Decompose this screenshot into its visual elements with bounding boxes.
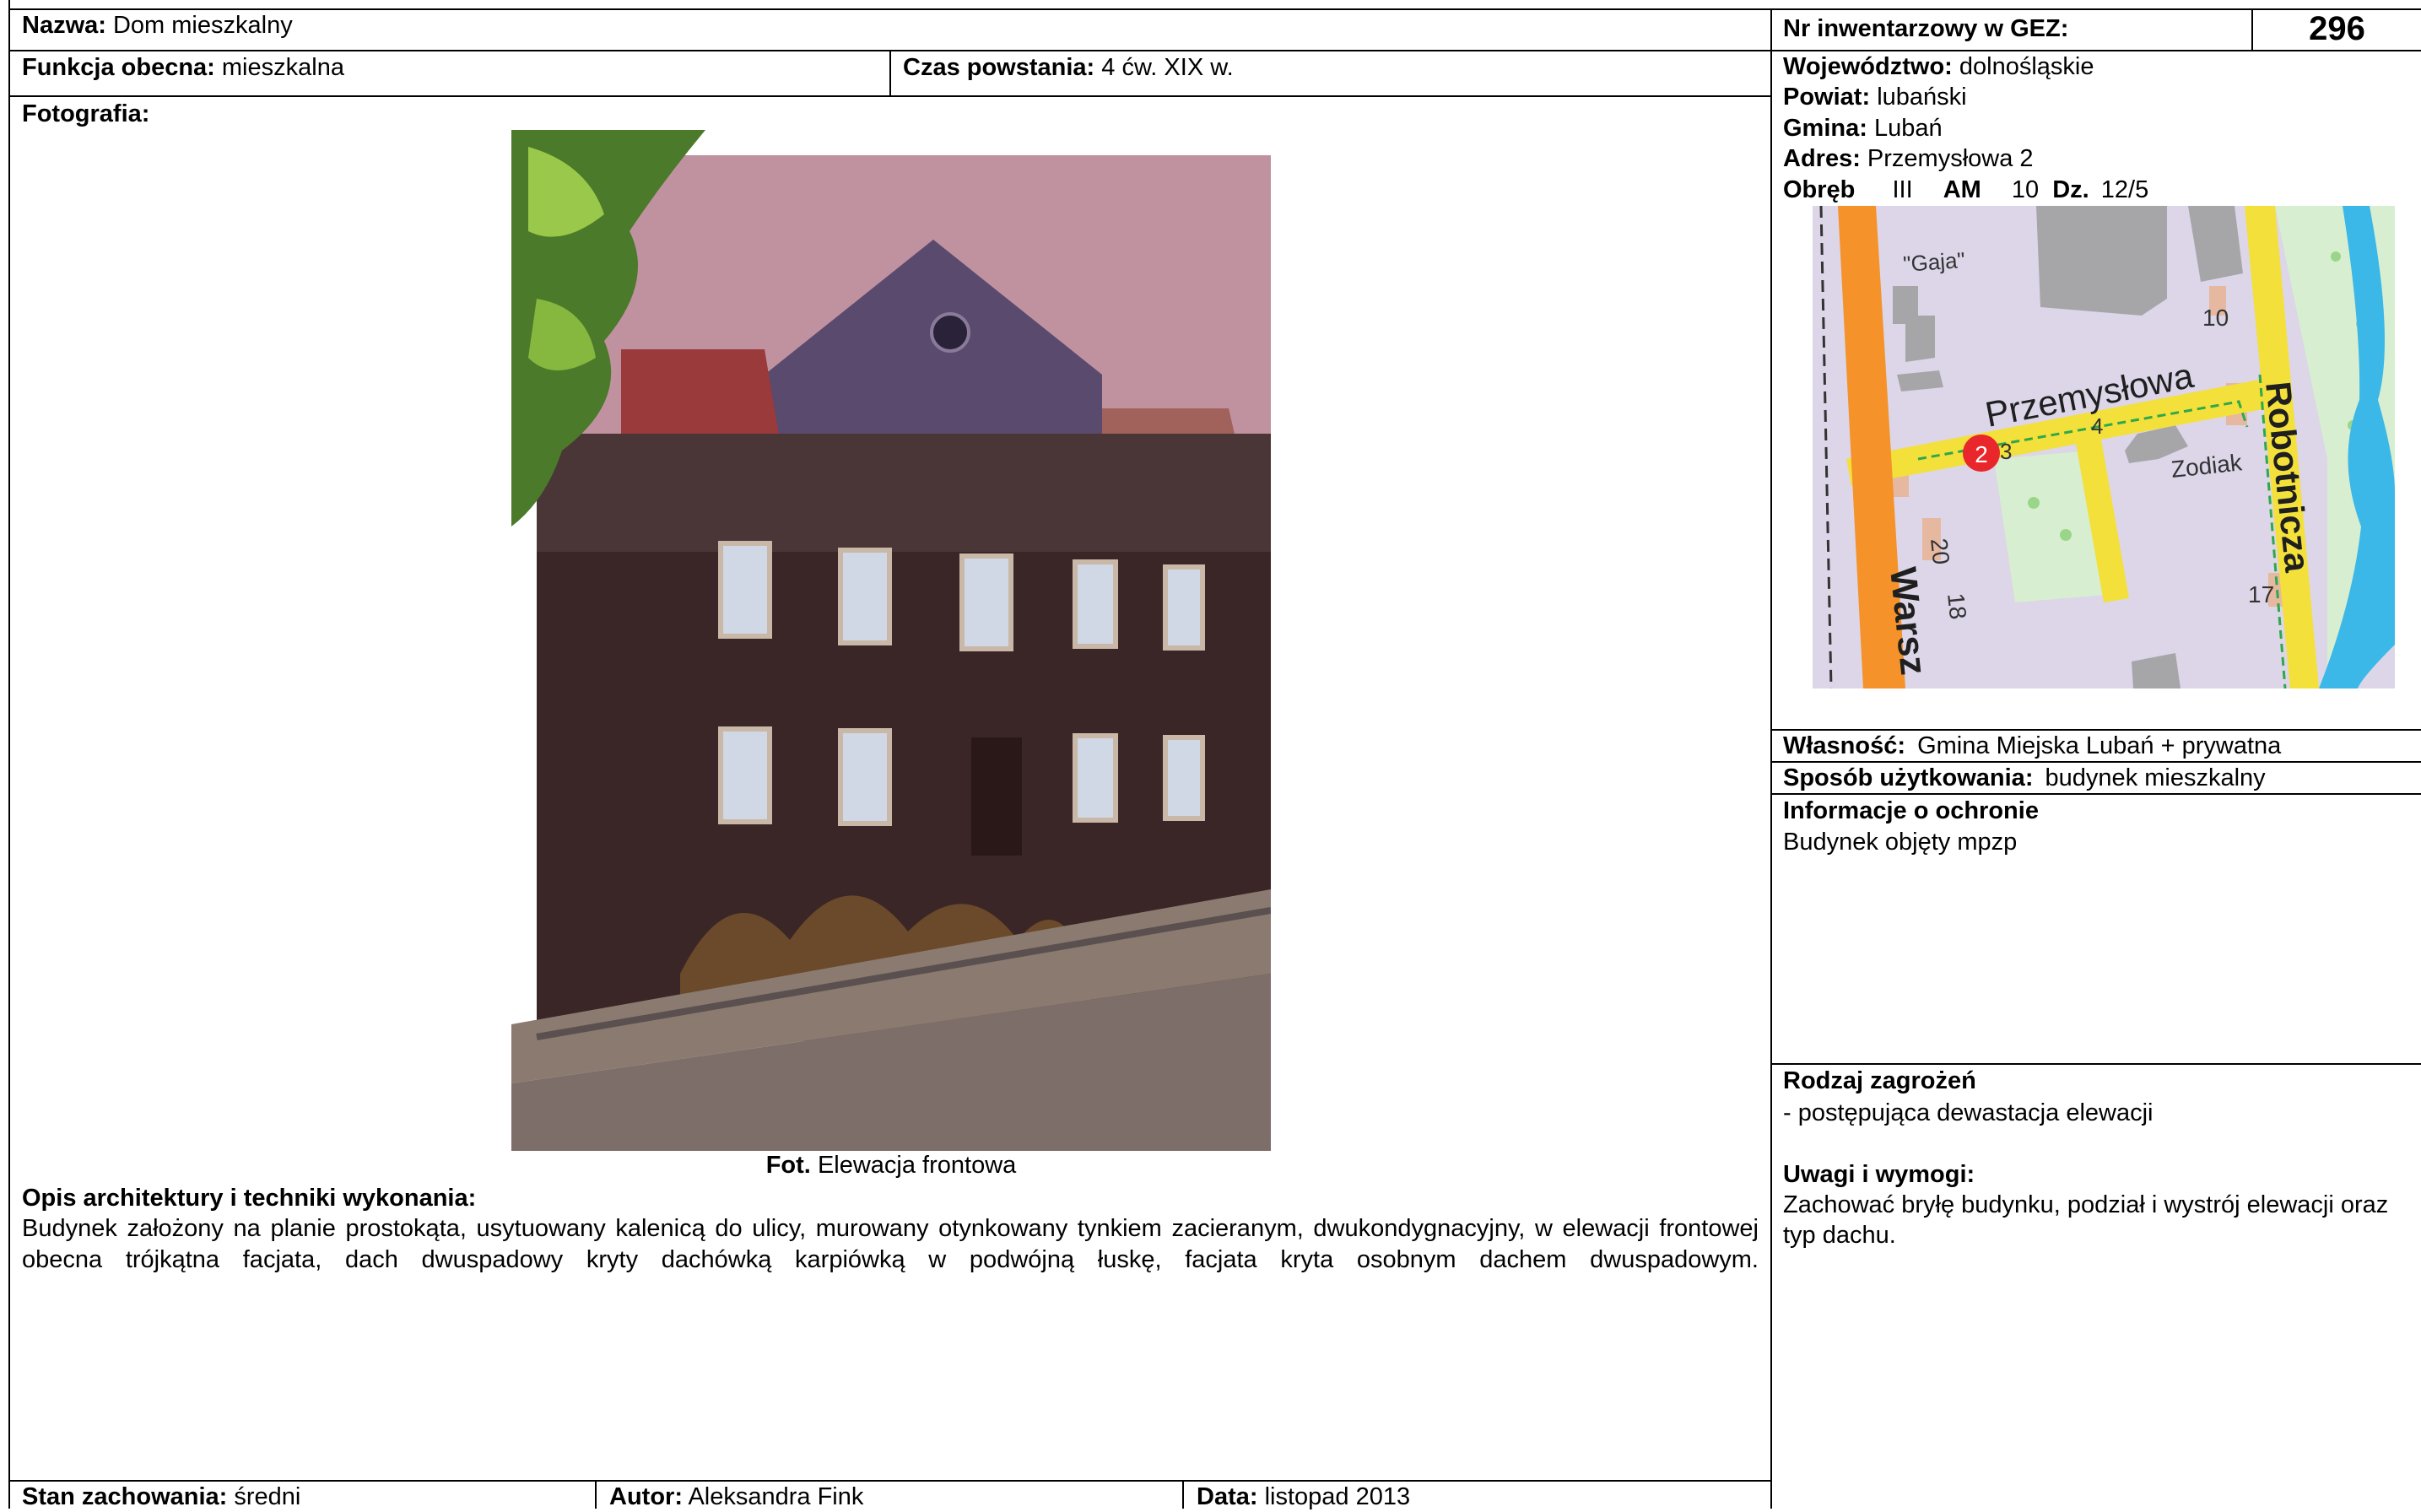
entrance-door [971, 737, 1022, 856]
gable-window [930, 312, 970, 353]
map-number-4: 4 [2091, 413, 2103, 439]
author-label: Autor: [609, 1483, 683, 1510]
protection-text: Budynek objęty mpzp [1783, 829, 2018, 856]
commune-value: Lubań [1873, 115, 1943, 142]
window [1163, 735, 1205, 821]
plot-value: 12/5 [2100, 176, 2149, 203]
map-number-10: 10 [2202, 305, 2229, 331]
period-label: Czas powstania: [903, 54, 1095, 81]
tree-dot [2331, 251, 2341, 262]
precinct-value: III [1892, 176, 1913, 203]
voivodeship-value: dolnośląskie [1959, 53, 2094, 80]
map-label-gaja: "Gaja" [1902, 247, 1965, 277]
window [838, 548, 892, 645]
name-value: Dom mieszkalny [112, 12, 293, 39]
map-number-18: 18 [1943, 591, 1971, 620]
ownership-label: Własność: [1783, 732, 1906, 759]
condition-label: Stan zachowania: [22, 1483, 228, 1510]
commune-label: Gmina: [1783, 115, 1867, 142]
window [838, 728, 892, 826]
address-value: Przemysłowa 2 [1867, 145, 2034, 172]
inventory-label: Nr inwentarzowy w GEZ: [1783, 15, 2069, 42]
function-label: Funkcja obecna: [22, 54, 215, 81]
am-label: AM [1943, 176, 1981, 203]
commune-field: Gmina: Lubań [1783, 113, 1943, 143]
author-value: Aleksandra Fink [688, 1483, 864, 1510]
inventory-number: 296 [2309, 10, 2365, 47]
protection-heading: Informacje o ochronie [1783, 797, 2039, 824]
usage-value: budynek mieszkalny [2045, 764, 2266, 791]
map-number-20: 20 [1926, 537, 1954, 565]
period-field: Czas powstania: 4 ćw. XIX w. [903, 52, 1234, 83]
window [1163, 564, 1205, 651]
tree-dot [2028, 497, 2040, 509]
date-value: listopad 2013 [1264, 1483, 1411, 1510]
photo-label: Fotografia: [22, 100, 150, 127]
location-map: 2 Przemysłowa Robotnicza Warsz "Gaja" Zo… [1813, 206, 2395, 688]
voivodeship-field: Województwo: dolnośląskie [1783, 51, 2094, 82]
remarks-heading: Uwagi i wymogi: [1783, 1161, 1975, 1188]
window [959, 554, 1013, 651]
map-number-3: 3 [2000, 439, 2012, 464]
threats-top [1770, 1063, 2421, 1065]
name-label: Nazwa: [22, 12, 106, 39]
author-field: Autor: Aleksandra Fink [609, 1482, 863, 1512]
window [1073, 733, 1118, 823]
footer-split-1 [595, 1480, 597, 1509]
condition-field: Stan zachowania: średni [22, 1482, 300, 1512]
condition-value: średni [234, 1483, 301, 1510]
county-value: lubański [1877, 84, 1967, 111]
tree-dot [2060, 529, 2072, 541]
photo-caption: Fot. Elewacja frontowa [511, 1150, 1271, 1180]
precinct-label: Obręb [1783, 176, 1856, 203]
threats-text: - postępująca dewastacja elewacji [1783, 1099, 2154, 1126]
function-field: Funkcja obecna: mieszkalna [22, 52, 344, 83]
caption-value: Elewacja frontowa [817, 1152, 1017, 1179]
building-photo [511, 130, 1271, 1151]
ownership-field: Własność: Gmina Miejska Lubań + prywatna [1783, 731, 2281, 761]
date-field: Data: listopad 2013 [1197, 1482, 1410, 1512]
address-field: Adres: Przemysłowa 2 [1783, 143, 2034, 174]
county-label: Powiat: [1783, 84, 1871, 111]
top-border [8, 8, 2421, 10]
usage-label: Sposób użytkowania: [1783, 764, 2034, 791]
window [718, 726, 772, 824]
threats-heading: Rodzaj zagrożeń [1783, 1067, 1976, 1094]
function-value: mieszkalna [221, 54, 344, 81]
column-divider [1770, 8, 1772, 1509]
window [1073, 559, 1118, 649]
map-marker-number: 2 [1975, 441, 1988, 467]
usage-field: Sposób użytkowania: budynek mieszkalny [1783, 763, 2266, 793]
plot-label: Dz. [2052, 176, 2089, 203]
voivodeship-label: Województwo: [1783, 53, 1953, 80]
usage-bottom [1770, 793, 2421, 795]
am-value: 10 [2011, 176, 2040, 203]
building-block [2036, 206, 2167, 316]
remarks-text: Zachować bryłę budynku, podział i wystró… [1783, 1191, 2389, 1249]
ownership-value: Gmina Miejska Lubań + prywatna [1917, 732, 2282, 759]
facade-upper-band [537, 434, 1271, 552]
footer-split-2 [1182, 1480, 1184, 1509]
period-value: 4 ćw. XIX w. [1101, 54, 1234, 81]
window [718, 541, 772, 639]
date-label: Data: [1197, 1483, 1258, 1510]
description-heading: Opis architektury i techniki wykonania: [22, 1185, 477, 1212]
left-border [8, 0, 10, 1509]
caption-label: Fot. [765, 1152, 811, 1179]
county-field: Powiat: lubański [1783, 82, 1967, 112]
row2-split [889, 50, 891, 97]
address-label: Adres: [1783, 145, 1861, 172]
cadastral-field: Obręb III AM 10 Dz. 12/5 [1783, 175, 2148, 205]
name-field: Nazwa: Dom mieszkalny [22, 10, 293, 40]
description-text: Budynek założony na planie prostokąta, u… [22, 1215, 1759, 1273]
map-number-17: 17 [2248, 581, 2274, 608]
